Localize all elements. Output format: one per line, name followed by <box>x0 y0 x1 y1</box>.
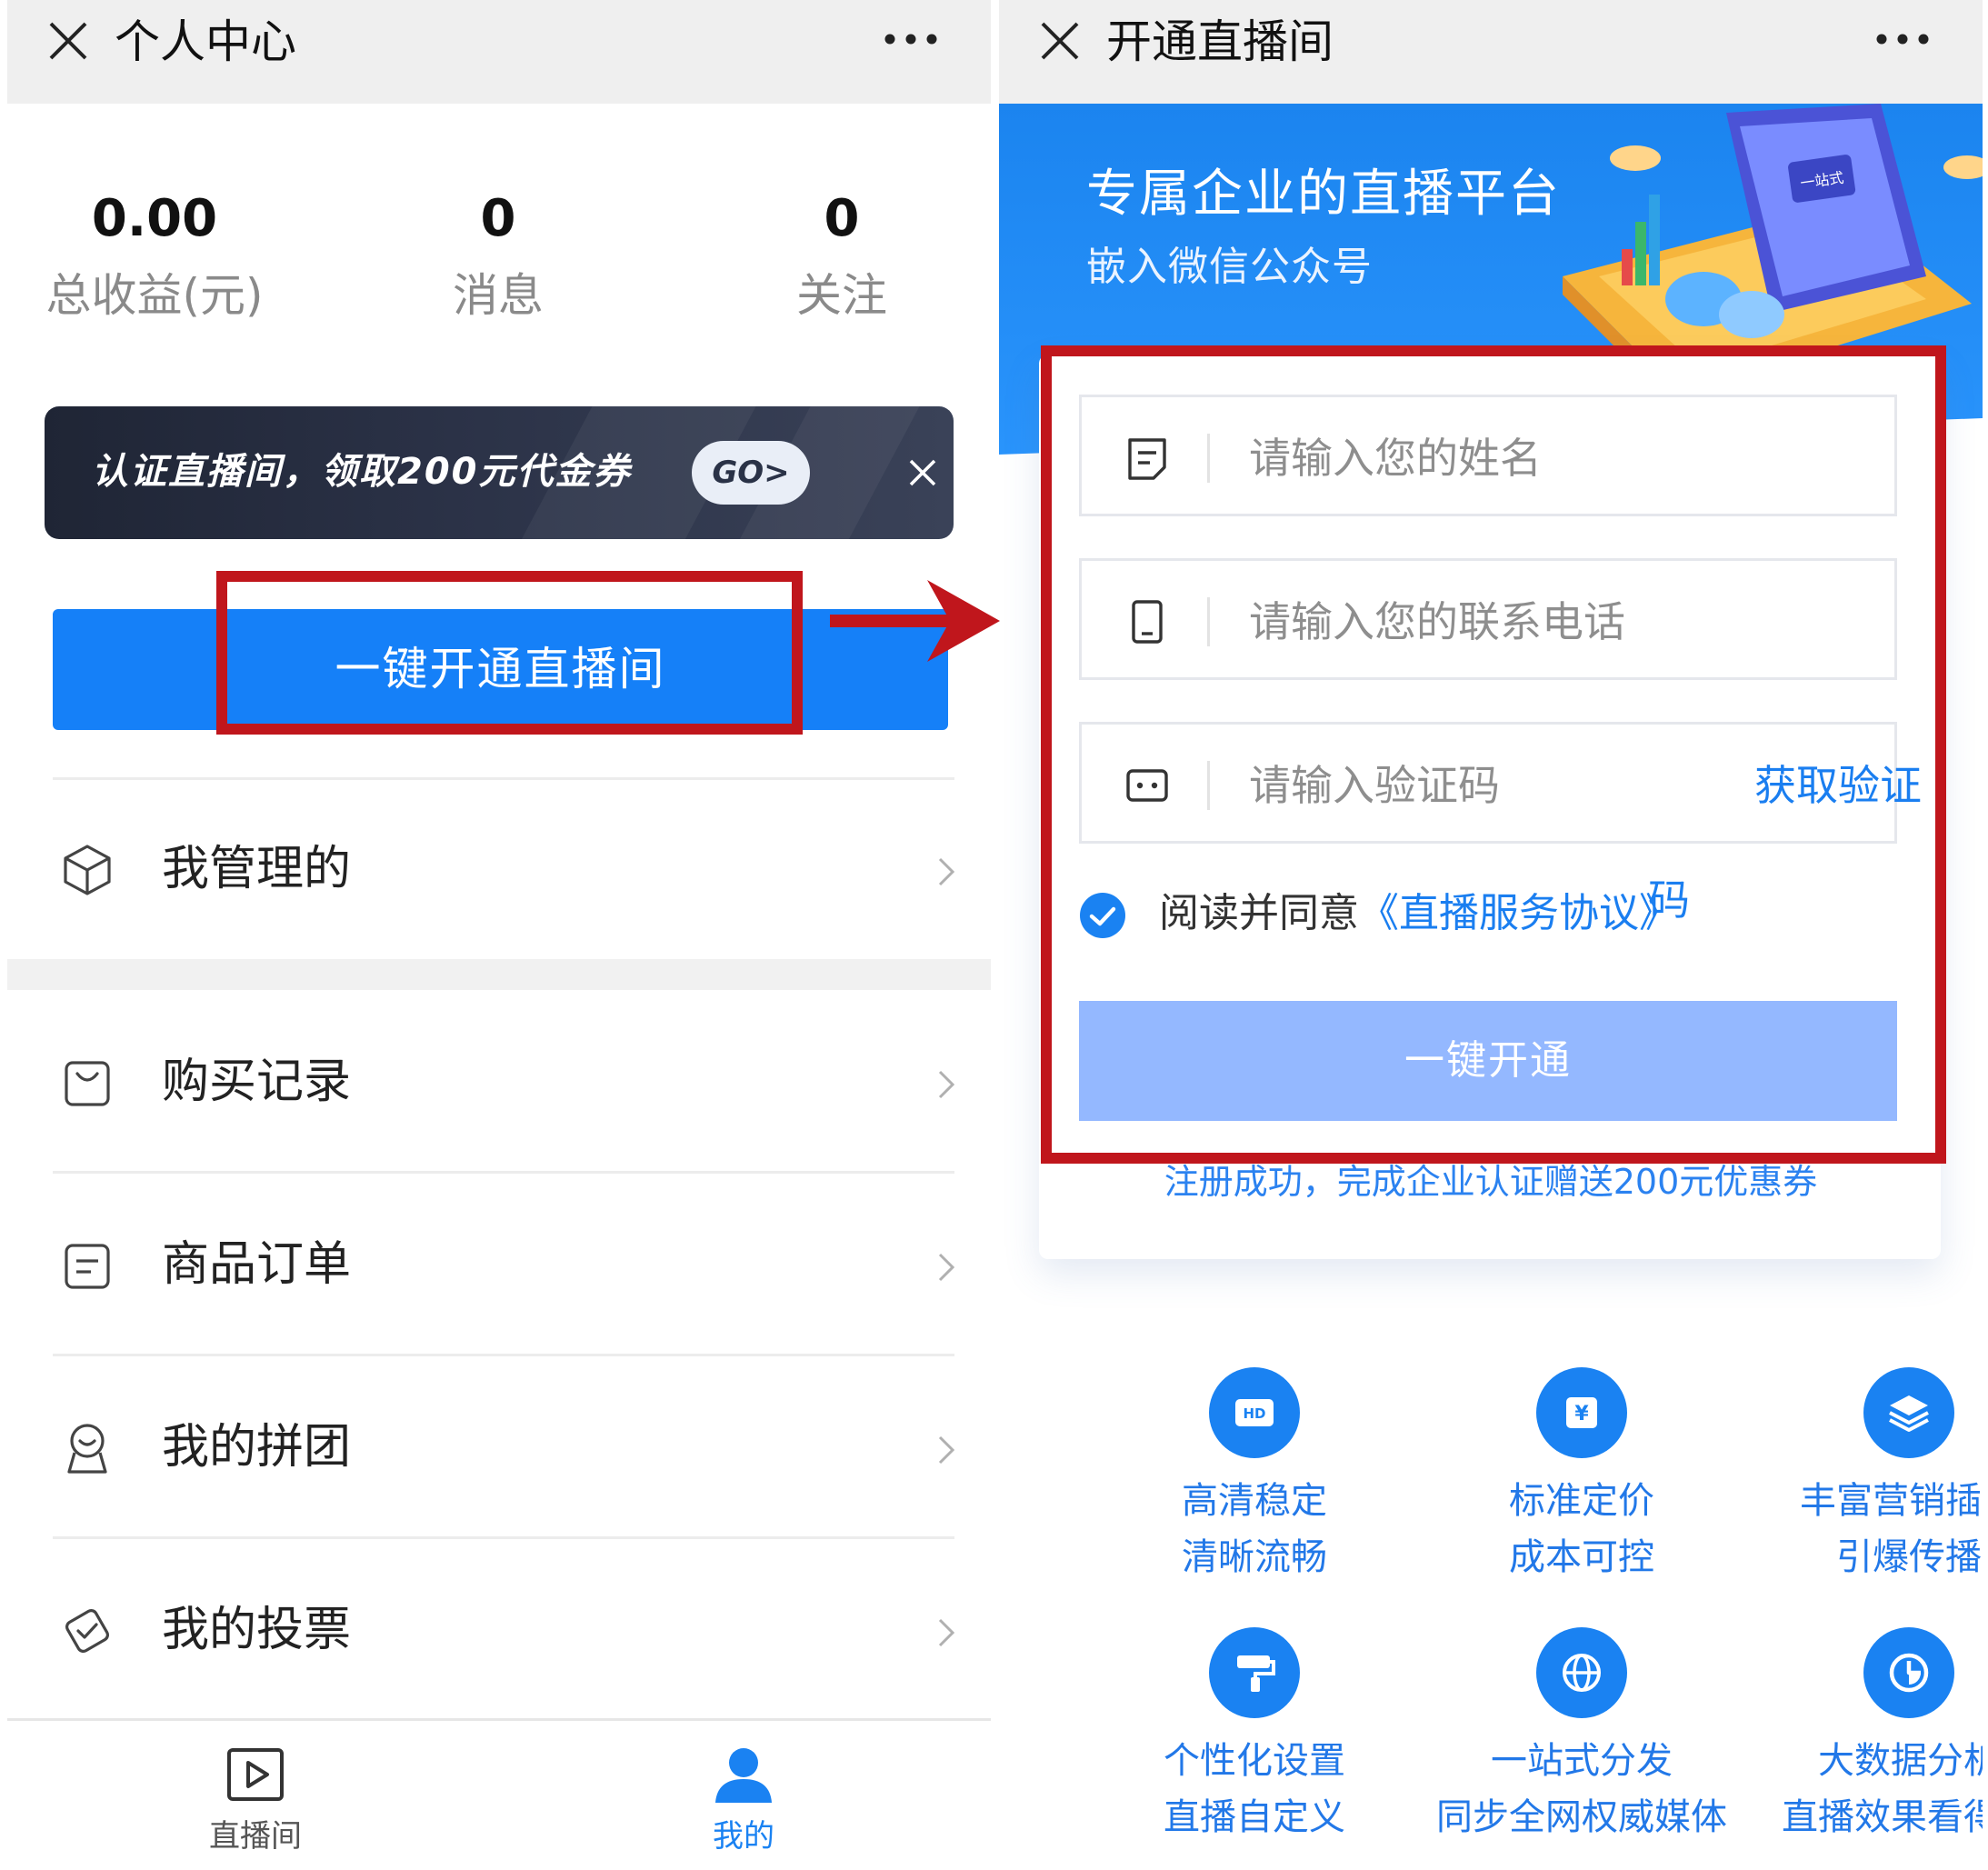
feature-distribution: 一站式分发 同步全网权威媒体 <box>1432 1627 1732 1845</box>
stat-label: 总收益(元) <box>45 269 264 322</box>
feature-line2: 直播自定义 <box>1164 1796 1345 1838</box>
stat-value: 0 <box>480 189 516 248</box>
chevron-right-icon <box>938 857 955 886</box>
feature-marketing: 丰富营销插件 引爆传播 <box>1759 1367 1983 1585</box>
menu-item-group-buy[interactable]: 我的拼团 <box>7 1355 991 1537</box>
more-icon[interactable] <box>884 33 938 45</box>
price-icon-text: ¥ <box>1574 1403 1589 1425</box>
stat-value: 0.00 <box>91 189 218 248</box>
hero-subtitle: 嵌入微信公众号 <box>1086 244 1373 290</box>
feature-line2: 同步全网权威媒体 <box>1436 1796 1727 1838</box>
tab-bar: 直播间 我的 <box>7 1718 991 1870</box>
tab-label: 直播间 <box>209 1818 302 1855</box>
feature-analytics: 大数据分析 直播效果看得见 <box>1759 1627 1983 1845</box>
stat-label: 关注 <box>796 269 887 322</box>
feature-line1: 大数据分析 <box>1818 1740 1983 1782</box>
section-gap <box>7 959 991 990</box>
tab-mine[interactable]: 我的 <box>644 1743 844 1859</box>
close-icon[interactable] <box>1037 18 1083 64</box>
nav-bar: 开通直播间 <box>999 0 1983 104</box>
banner-close-icon[interactable] <box>908 458 937 487</box>
shopping-bag-icon <box>65 1061 110 1106</box>
stat-value: 0 <box>824 189 860 248</box>
cube-icon <box>64 845 111 895</box>
hero-title: 专属企业的直播平台 <box>1086 165 1561 224</box>
menu-item-label: 我管理的 <box>162 842 352 896</box>
chevron-right-icon <box>938 1070 955 1099</box>
menu-item-managed[interactable]: 我管理的 <box>7 777 991 959</box>
pie-chart-icon <box>1863 1627 1954 1718</box>
menu-item-label: 我的拼团 <box>162 1420 352 1475</box>
feature-customize: 个性化设置 直播自定义 <box>1104 1627 1404 1845</box>
banner-text: 认证直播间，领取200元代金券 <box>92 451 632 493</box>
promo-banner[interactable]: 认证直播间，领取200元代金券 GO> <box>45 406 954 539</box>
personal-center-screen: 个人中心 0.00 总收益(元) 0 消息 0 关注 认证直播间，领取200元代… <box>7 0 991 1870</box>
menu-item-label: 我的投票 <box>162 1603 352 1657</box>
tab-label: 我的 <box>713 1818 774 1855</box>
menu-item-purchases[interactable]: 购买记录 <box>7 990 991 1172</box>
annotation-box-form <box>1041 345 1946 1164</box>
feature-line1: 个性化设置 <box>1164 1740 1345 1782</box>
menu-item-votes[interactable]: 我的投票 <box>7 1538 991 1720</box>
feature-pricing: ¥ 标准定价 成本可控 <box>1432 1367 1732 1585</box>
hd-icon-text: HD <box>1243 1405 1265 1422</box>
stat-label: 消息 <box>453 269 544 322</box>
price-icon: ¥ <box>1536 1367 1627 1458</box>
play-icon <box>227 1748 284 1801</box>
feature-line1: 高清稳定 <box>1182 1480 1327 1522</box>
chevron-right-icon <box>938 1618 955 1647</box>
feature-line1: 标准定价 <box>1509 1480 1654 1522</box>
feature-line1: 一站式分发 <box>1491 1740 1673 1782</box>
chevron-right-icon <box>938 1253 955 1282</box>
chevron-right-icon <box>938 1435 955 1465</box>
feature-line2: 成本可控 <box>1509 1536 1654 1578</box>
vote-icon <box>65 1609 109 1653</box>
annotation-box-button <box>216 571 803 735</box>
layers-icon <box>1863 1367 1954 1458</box>
menu-item-label: 购买记录 <box>162 1055 352 1109</box>
feature-hd: HD 高清稳定 清晰流畅 <box>1104 1367 1404 1585</box>
nav-bar: 个人中心 <box>7 0 991 104</box>
feature-line2: 直播效果看得见 <box>1782 1796 1983 1838</box>
stat-earnings[interactable]: 0.00 总收益(元) <box>18 187 291 327</box>
annotation-arrow <box>830 580 1000 662</box>
more-icon[interactable] <box>1875 33 1930 45</box>
feature-line1: 丰富营销插件 <box>1800 1480 1983 1522</box>
globe-icon <box>1536 1627 1627 1718</box>
page-title: 开通直播间 <box>1106 15 1334 68</box>
feature-line2: 清晰流畅 <box>1182 1536 1327 1578</box>
stat-messages[interactable]: 0 消息 <box>362 187 634 327</box>
close-icon[interactable] <box>45 18 91 64</box>
menu-item-orders[interactable]: 商品订单 <box>7 1173 991 1355</box>
paint-roller-icon <box>1209 1627 1300 1718</box>
menu-item-label: 商品订单 <box>162 1237 352 1292</box>
feature-line2: 引爆传播 <box>1836 1536 1982 1578</box>
panel-gap <box>991 0 999 1870</box>
page-title: 个人中心 <box>115 15 296 68</box>
tab-live-room[interactable]: 直播间 <box>155 1743 355 1859</box>
group-icon <box>67 1424 107 1474</box>
user-icon <box>715 1748 772 1803</box>
hd-icon: HD <box>1209 1367 1300 1458</box>
order-icon <box>65 1244 110 1289</box>
stat-following[interactable]: 0 关注 <box>705 187 978 327</box>
banner-go-button[interactable]: GO> <box>692 441 810 505</box>
